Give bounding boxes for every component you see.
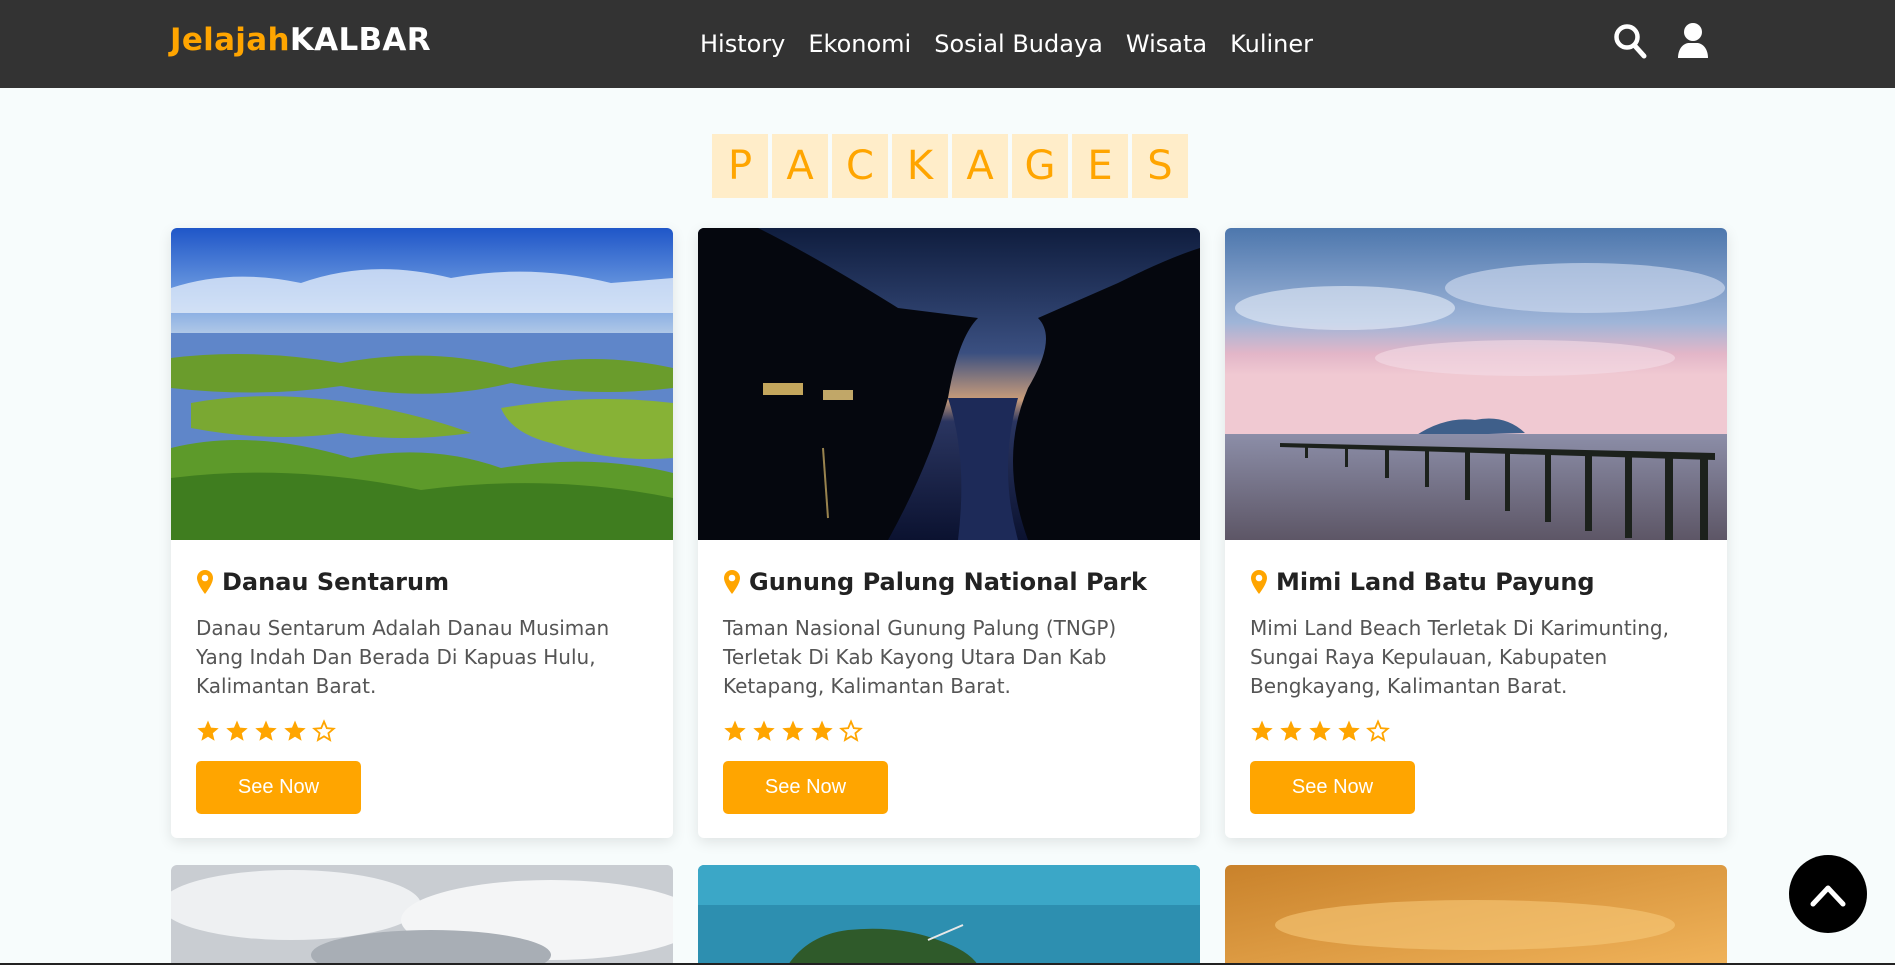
star-filled-icon	[1338, 720, 1360, 741]
rating-stars	[1250, 719, 1702, 743]
package-title-row: Gunung Palung National Park	[723, 568, 1175, 596]
package-title: Mimi Land Batu Payung	[1276, 568, 1595, 596]
logo-part-jelajah: Jelajah	[170, 22, 290, 58]
search-icon[interactable]	[1612, 22, 1648, 60]
package-title-row: Mimi Land Batu Payung	[1250, 568, 1702, 596]
rating-stars	[196, 719, 648, 743]
map-pin-icon	[197, 570, 213, 594]
star-filled-icon	[782, 720, 804, 741]
see-now-button[interactable]: See Now	[196, 761, 361, 814]
heading-letter: A	[952, 134, 1008, 198]
star-filled-icon	[255, 720, 277, 741]
heading-letter: P	[712, 134, 768, 198]
map-pin-icon	[724, 570, 740, 594]
logo-part-kalbar: KALBAR	[289, 22, 431, 58]
star-filled-icon	[226, 720, 248, 741]
package-image-sunset	[1225, 865, 1727, 965]
heading-letter: S	[1132, 134, 1188, 198]
user-icon[interactable]	[1675, 22, 1711, 60]
heading-letter: A	[772, 134, 828, 198]
package-card-mimi-land: Mimi Land Batu Payung Mimi Land Beach Te…	[1225, 228, 1727, 838]
packages-heading: P A C K A G E S	[712, 134, 1188, 198]
package-card-peek-island	[698, 865, 1200, 965]
package-description: Mimi Land Beach Terletak Di Karimunting,…	[1250, 616, 1669, 698]
package-card-gunung-palung: Gunung Palung National Park Taman Nasion…	[698, 228, 1200, 838]
nav-link-ekonomi[interactable]: Ekonomi	[808, 30, 911, 58]
navbar: JelajahKALBAR History Ekonomi Sosial Bud…	[0, 0, 1895, 88]
rating-stars	[723, 719, 1175, 743]
nav-icons	[1612, 22, 1711, 60]
heading-letter: K	[892, 134, 948, 198]
main-nav: History Ekonomi Sosial Budaya Wisata Kul…	[700, 0, 1313, 88]
package-description: Taman Nasional Gunung Palung (TNGP) Terl…	[723, 616, 1117, 698]
star-empty-icon	[312, 719, 336, 742]
heading-letter: C	[832, 134, 888, 198]
heading-letter: G	[1012, 134, 1068, 198]
see-now-button[interactable]: See Now	[723, 761, 888, 814]
package-description: Danau Sentarum Adalah Danau Musiman Yang…	[196, 616, 610, 698]
star-filled-icon	[1309, 720, 1331, 741]
star-filled-icon	[284, 720, 306, 741]
star-filled-icon	[811, 720, 833, 741]
star-empty-icon	[1366, 719, 1390, 742]
star-filled-icon	[1251, 720, 1273, 741]
package-image-cloudy-sky	[171, 865, 673, 965]
nav-link-wisata[interactable]: Wisata	[1126, 30, 1207, 58]
package-image-gunung-palung	[698, 228, 1200, 540]
star-empty-icon	[839, 719, 863, 742]
see-now-button[interactable]: See Now	[1250, 761, 1415, 814]
scroll-to-top-button[interactable]	[1789, 855, 1867, 933]
package-image-mimi-land	[1225, 228, 1727, 540]
package-card-danau-sentarum: Danau Sentarum Danau Sentarum Adalah Dan…	[171, 228, 673, 838]
package-title-row: Danau Sentarum	[196, 568, 648, 596]
map-pin-icon	[1251, 570, 1267, 594]
heading-letter: E	[1072, 134, 1128, 198]
nav-link-sosial-budaya[interactable]: Sosial Budaya	[934, 30, 1103, 58]
package-image-island-sea	[698, 865, 1200, 965]
package-image-danau-sentarum	[171, 228, 673, 540]
nav-link-history[interactable]: History	[700, 30, 785, 58]
package-card-peek-cloudy	[171, 865, 673, 965]
logo[interactable]: JelajahKALBAR	[170, 22, 431, 58]
chevron-up-icon	[1810, 885, 1846, 907]
star-filled-icon	[753, 720, 775, 741]
package-title: Gunung Palung National Park	[749, 568, 1147, 596]
nav-link-kuliner[interactable]: Kuliner	[1230, 30, 1313, 58]
star-filled-icon	[1280, 720, 1302, 741]
star-filled-icon	[724, 720, 746, 741]
package-title: Danau Sentarum	[222, 568, 450, 596]
package-card-peek-sunset	[1225, 865, 1727, 965]
star-filled-icon	[197, 720, 219, 741]
